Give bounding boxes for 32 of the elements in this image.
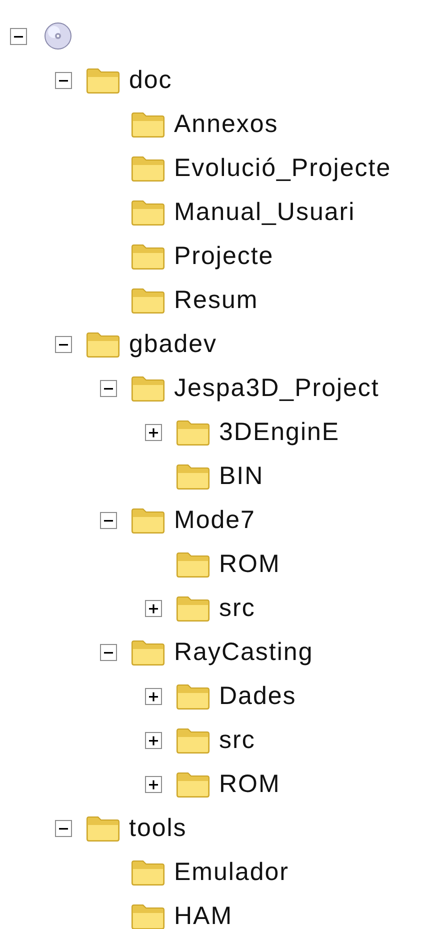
collapse-icon[interactable] (100, 644, 117, 660)
tree-item[interactable]: Resum (174, 288, 258, 312)
tree-item[interactable]: Jespa3D_Project (174, 376, 380, 400)
collapse-icon[interactable] (100, 380, 117, 396)
tree-item[interactable]: Projecte (174, 244, 274, 268)
tree-item[interactable]: ROM (219, 772, 280, 796)
tree-item[interactable]: gbadev (129, 332, 218, 356)
tree-item[interactable]: doc (129, 68, 172, 92)
collapse-icon[interactable] (55, 72, 72, 88)
collapse-icon[interactable] (10, 28, 27, 44)
collapse-icon[interactable] (55, 820, 72, 836)
tree-item[interactable]: Emulador (174, 860, 289, 884)
collapse-icon[interactable] (100, 512, 117, 528)
tree-item[interactable]: Evolució_Projecte (174, 156, 392, 180)
expand-icon[interactable] (145, 424, 162, 440)
collapse-icon[interactable] (55, 336, 72, 352)
tree-item[interactable]: 3DEnginE (219, 420, 340, 444)
tree-item[interactable]: Annexos (174, 112, 278, 136)
tree-item[interactable]: tools (129, 816, 187, 840)
tree-item[interactable]: ROM (219, 552, 280, 576)
tree-item[interactable]: src (219, 596, 256, 620)
tree-item[interactable]: BIN (219, 464, 264, 488)
expand-icon[interactable] (145, 776, 162, 792)
expand-icon[interactable] (145, 688, 162, 704)
expand-icon[interactable] (145, 732, 162, 748)
tree-item[interactable]: Mode7 (174, 508, 256, 532)
tree-item[interactable]: Dades (219, 684, 296, 708)
expand-icon[interactable] (145, 600, 162, 616)
tree-item[interactable]: src (219, 728, 256, 752)
tree-item[interactable]: HAM (174, 904, 233, 928)
tree-item[interactable]: Manual_Usuari (174, 200, 356, 224)
tree-item[interactable]: RayCasting (174, 640, 314, 664)
